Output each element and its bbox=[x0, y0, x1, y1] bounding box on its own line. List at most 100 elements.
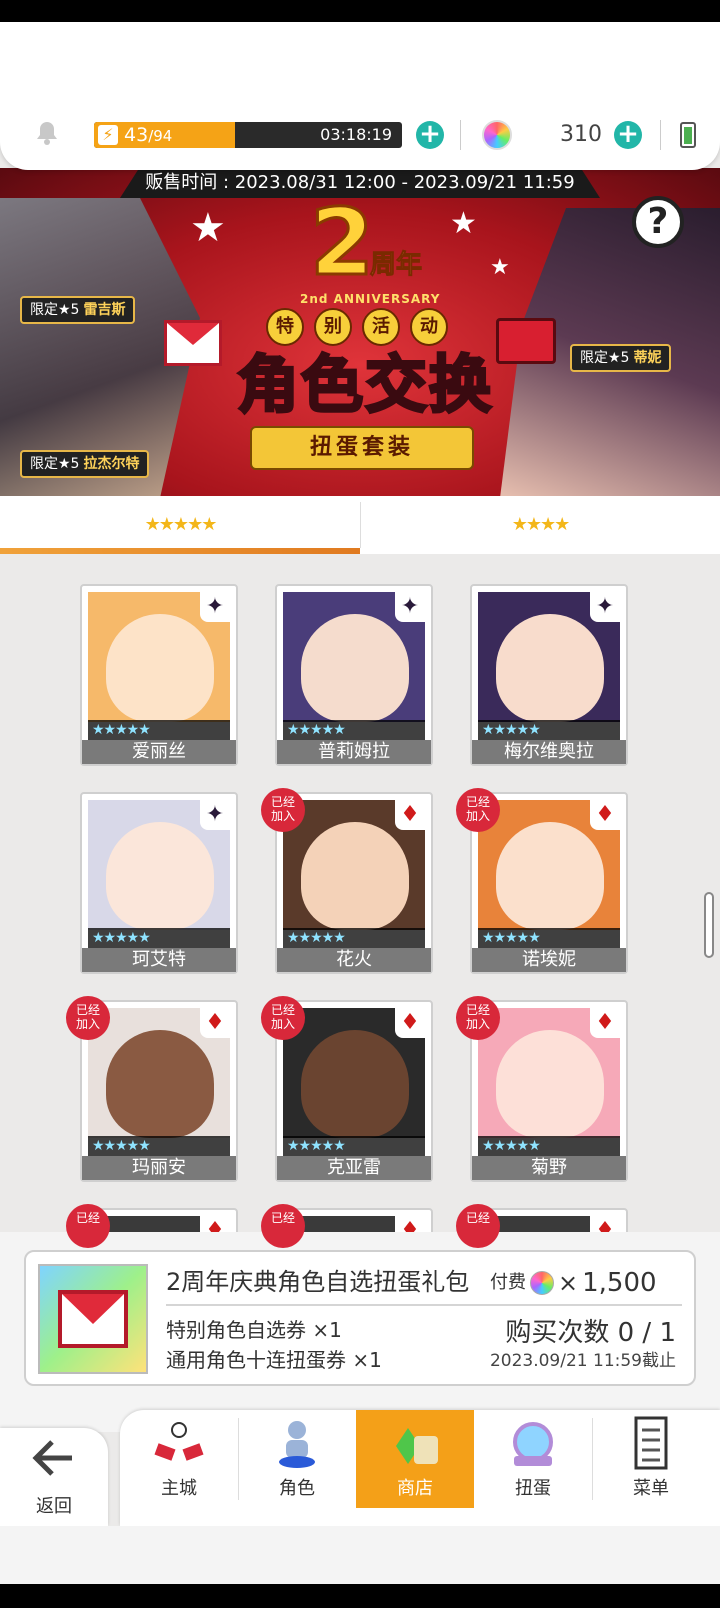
character-face bbox=[496, 614, 604, 722]
star-rating: ★★★★★ bbox=[283, 1136, 425, 1156]
character-face bbox=[301, 614, 409, 722]
character-face bbox=[106, 614, 214, 722]
system-nav-area bbox=[0, 1526, 720, 1584]
add-gems-button[interactable]: + bbox=[614, 121, 642, 149]
nav-item-characters[interactable]: 角色 bbox=[238, 1410, 356, 1508]
character-name: 诺埃妮 bbox=[472, 948, 626, 972]
character-name: 梅尔维奥拉 bbox=[472, 740, 626, 764]
pack-card[interactable]: 2周年庆典角色自选扭蛋礼包 付费 × 1,500 特别角色自选券 ×1 通用角色… bbox=[24, 1250, 696, 1386]
character-card[interactable]: ✦ ★★★★★ 梅尔维奥拉 bbox=[470, 584, 628, 766]
nav-item-gacha[interactable]: 扭蛋 bbox=[474, 1410, 592, 1508]
pack-price: 付费 × 1,500 bbox=[490, 1266, 657, 1300]
shop-icon bbox=[396, 1428, 438, 1464]
character-card[interactable]: ♦ ★★★★★ 诺埃妮 已经 加入 bbox=[456, 788, 628, 974]
event-banner: ★ ★ ★ 贩售时间 : 2023.08/31 12:00 - 2023.09/… bbox=[0, 168, 720, 496]
pay-label: 付费 bbox=[490, 1272, 526, 1293]
character-name: 玛丽安 bbox=[82, 1156, 236, 1180]
nav-item-shop[interactable]: 商店 bbox=[356, 1410, 474, 1508]
character-card[interactable]: ♦ ★★★★★ 菊野 已经 加入 bbox=[456, 996, 628, 1182]
character-face bbox=[496, 822, 604, 930]
stamina-current: 43 bbox=[124, 124, 149, 146]
back-button[interactable]: 返回 bbox=[0, 1428, 108, 1526]
anniversary-zh: 周年 bbox=[369, 250, 423, 281]
character-card[interactable]: ✦ ★★★★★ 珂艾特 bbox=[80, 792, 238, 974]
character-face bbox=[106, 1030, 214, 1138]
nav-label: 菜单 bbox=[633, 1478, 669, 1499]
star-decoration: ★ bbox=[450, 206, 477, 241]
app-screen: ⚡ 43/94 03:18:19 + 310 + ★ ★ ★ 贩售时间 : 20… bbox=[0, 22, 720, 1584]
bell-icon[interactable] bbox=[34, 120, 60, 146]
suit-icon: ♦ bbox=[200, 1008, 230, 1038]
star-rating: ★★★★★ bbox=[88, 1136, 230, 1156]
help-button[interactable]: ? bbox=[632, 196, 684, 248]
divider bbox=[460, 120, 461, 150]
character-icon bbox=[279, 1421, 315, 1468]
nav-label: 角色 bbox=[279, 1478, 315, 1499]
star-rating: ★★★★★ bbox=[283, 928, 425, 948]
suit-icon: ✦ bbox=[590, 592, 620, 622]
character-card[interactable]: ♦ ★★★★★ 花火 已经 加入 bbox=[261, 788, 433, 974]
character-tag: 限定★5 蒂妮 bbox=[570, 344, 672, 372]
suit-icon: ♦ bbox=[395, 1008, 425, 1038]
character-face bbox=[301, 822, 409, 930]
character-face bbox=[496, 1030, 604, 1138]
tag-name: 雷吉斯 bbox=[83, 302, 126, 318]
nav-bar: 主城 角色 商店 扭蛋 菜单 bbox=[120, 1410, 720, 1526]
nav-label: 商店 bbox=[397, 1478, 433, 1499]
scrollbar[interactable] bbox=[704, 892, 714, 958]
character-face bbox=[301, 1030, 409, 1138]
add-stamina-button[interactable]: + bbox=[416, 121, 444, 149]
character-card[interactable]: ✦ ★★★★★ 爱丽丝 bbox=[80, 584, 238, 766]
top-status-bar: ⚡ 43/94 03:18:19 + 310 + bbox=[0, 22, 720, 170]
tag-name: 蒂妮 bbox=[633, 350, 662, 366]
battery-icon bbox=[680, 122, 696, 148]
character-card[interactable]: ♦ ★★★★★ 玛丽安 已经 加入 bbox=[66, 996, 238, 1182]
envelope-icon bbox=[164, 320, 222, 366]
special-char: 动 bbox=[410, 308, 448, 346]
character-card[interactable]: ✦ ★★★★★ 普莉姆拉 bbox=[275, 584, 433, 766]
tag-prefix: 限定★5 bbox=[30, 302, 80, 318]
anniversary-en: 2nd ANNIVERSARY bbox=[300, 292, 441, 306]
back-label: 返回 bbox=[36, 1496, 72, 1517]
stamina-bar: ⚡ 43/94 03:18:19 bbox=[94, 122, 402, 148]
lightning-icon: ⚡ bbox=[98, 125, 118, 145]
stamina-timer: 03:18:19 bbox=[320, 125, 392, 144]
nav-label: 扭蛋 bbox=[515, 1478, 551, 1499]
character-name: 普莉姆拉 bbox=[277, 740, 431, 764]
banner-title: 角色交换 bbox=[235, 348, 493, 421]
special-char: 活 bbox=[362, 308, 400, 346]
star-decoration: ★ bbox=[190, 205, 226, 251]
anniversary-number: 2 bbox=[308, 189, 375, 296]
character-card[interactable]: ♦ ★★★★★ 克亚雷 已经 加入 bbox=[261, 996, 433, 1182]
tag-name: 拉杰尔特 bbox=[83, 456, 140, 472]
price-amount: 1,500 bbox=[582, 1268, 657, 1298]
deadline: 2023.09/21 11:59截止 bbox=[489, 1351, 676, 1371]
joined-badge: 已经 加入 bbox=[261, 996, 305, 1040]
character-tag: 限定★5 拉杰尔特 bbox=[20, 450, 150, 478]
back-arrow-icon bbox=[32, 1440, 72, 1476]
character-name: 克亚雷 bbox=[277, 1156, 431, 1180]
pack-title: 2周年庆典角色自选扭蛋礼包 bbox=[166, 1268, 470, 1296]
joined-badge: 已经 加入 bbox=[456, 788, 500, 832]
pack-item: 通用角色十连扭蛋券 ×1 bbox=[166, 1348, 382, 1372]
character-name: 菊野 bbox=[472, 1156, 626, 1180]
tab-5-star[interactable]: ★★★★★ bbox=[0, 496, 360, 554]
suit-icon: ✦ bbox=[395, 592, 425, 622]
character-grid: ✦ ★★★★★ 爱丽丝 ✦ ★★★★★ 普莉姆拉 ✦ ★★★★★ 梅尔维奥拉 ✦ ★★★★★ 珂艾特 ♦… bbox=[0, 554, 720, 1254]
tab-4-star[interactable]: ★★★★ bbox=[360, 496, 720, 554]
buy-count: 购买次数 0 / 1 bbox=[505, 1318, 676, 1348]
nav-item-menu[interactable]: 菜单 bbox=[592, 1410, 710, 1508]
times-sign: × bbox=[558, 1269, 579, 1297]
gem-icon bbox=[482, 120, 512, 150]
joined-badge: 已经 bbox=[261, 1204, 305, 1248]
star-decoration: ★ bbox=[490, 255, 510, 280]
gacha-icon bbox=[513, 1422, 553, 1466]
nav-item-home[interactable]: 主城 bbox=[120, 1410, 238, 1508]
divider bbox=[660, 120, 661, 150]
joined-badge: 已经 bbox=[456, 1204, 500, 1248]
suit-icon: ♦ bbox=[590, 1008, 620, 1038]
bottom-nav: 返回 主城 角色 商店 扭蛋 菜单 bbox=[0, 1410, 720, 1526]
tag-prefix: 限定★5 bbox=[580, 350, 630, 366]
gem-icon bbox=[530, 1271, 554, 1295]
castle-icon bbox=[154, 1422, 204, 1461]
